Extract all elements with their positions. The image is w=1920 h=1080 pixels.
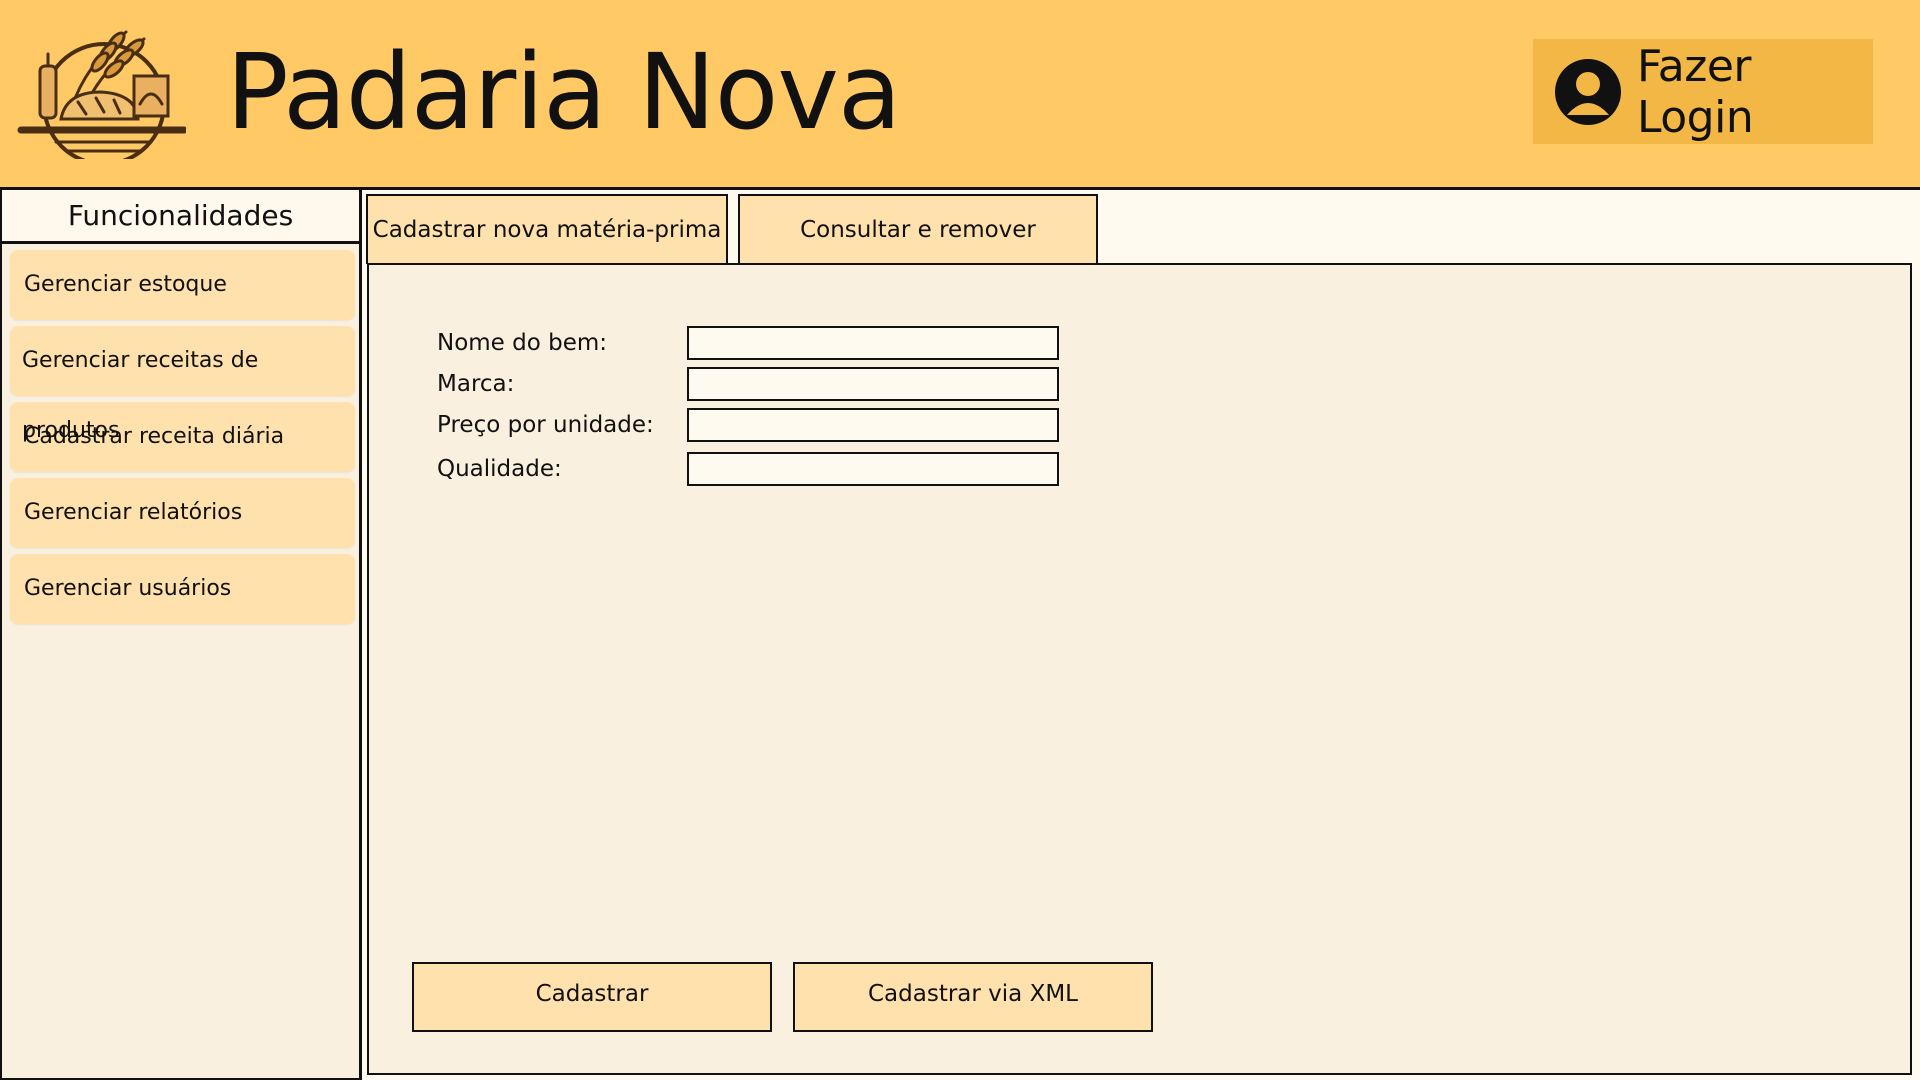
sidebar-list: Gerenciar estoque Gerenciar receitas de … (2, 250, 359, 624)
tab-cadastrar-materia-prima[interactable]: Cadastrar nova matéria-prima (366, 194, 728, 264)
login-label: Fazer Login (1637, 40, 1754, 143)
sidebar-item-gerenciar-usuarios[interactable]: Gerenciar usuários (10, 554, 355, 624)
sidebar-item-gerenciar-receitas[interactable]: Gerenciar receitas de produtos (10, 326, 355, 443)
cadastrar-xml-button[interactable]: Cadastrar via XML (793, 962, 1153, 1032)
form-row-preco: Preço por unidade: (437, 407, 1059, 443)
marca-label: Marca: (437, 371, 515, 397)
user-avatar-icon (1555, 58, 1621, 125)
app-title: Padaria Nova (226, 31, 902, 153)
sidebar-item-gerenciar-estoque[interactable]: Gerenciar estoque (10, 250, 355, 320)
sidebar: Funcionalidades Gerenciar estoque Gerenc… (0, 190, 362, 1080)
qualidade-input[interactable] (687, 452, 1059, 486)
sidebar-title: Funcionalidades (2, 190, 359, 244)
bakery-logo-icon (17, 30, 186, 159)
preco-input[interactable] (687, 408, 1059, 442)
app-header: Padaria Nova Fazer Login (0, 0, 1920, 190)
sidebar-item-cadastrar-receita-diaria[interactable]: Cadastrar receita diária (10, 402, 355, 472)
cadastrar-button[interactable]: Cadastrar (412, 962, 772, 1032)
tab-consultar-remover[interactable]: Consultar e remover (738, 194, 1098, 264)
login-button[interactable]: Fazer Login (1533, 39, 1873, 144)
form-row-nome: Nome do bem: (437, 325, 1059, 361)
qualidade-label: Qualidade: (437, 456, 562, 482)
nome-input[interactable] (687, 326, 1059, 360)
content-panel: Nome do bem: Marca: Preço por unidade: Q… (367, 263, 1912, 1075)
sidebar-item-gerenciar-relatorios[interactable]: Gerenciar relatórios (10, 478, 355, 548)
form-row-marca: Marca: (437, 366, 1059, 402)
preco-label: Preço por unidade: (437, 412, 654, 438)
nome-label: Nome do bem: (437, 330, 608, 356)
marca-input[interactable] (687, 367, 1059, 401)
tab-bar: Cadastrar nova matéria-prima Consultar e… (366, 194, 1098, 264)
form-row-qualidade: Qualidade: (437, 451, 1059, 487)
